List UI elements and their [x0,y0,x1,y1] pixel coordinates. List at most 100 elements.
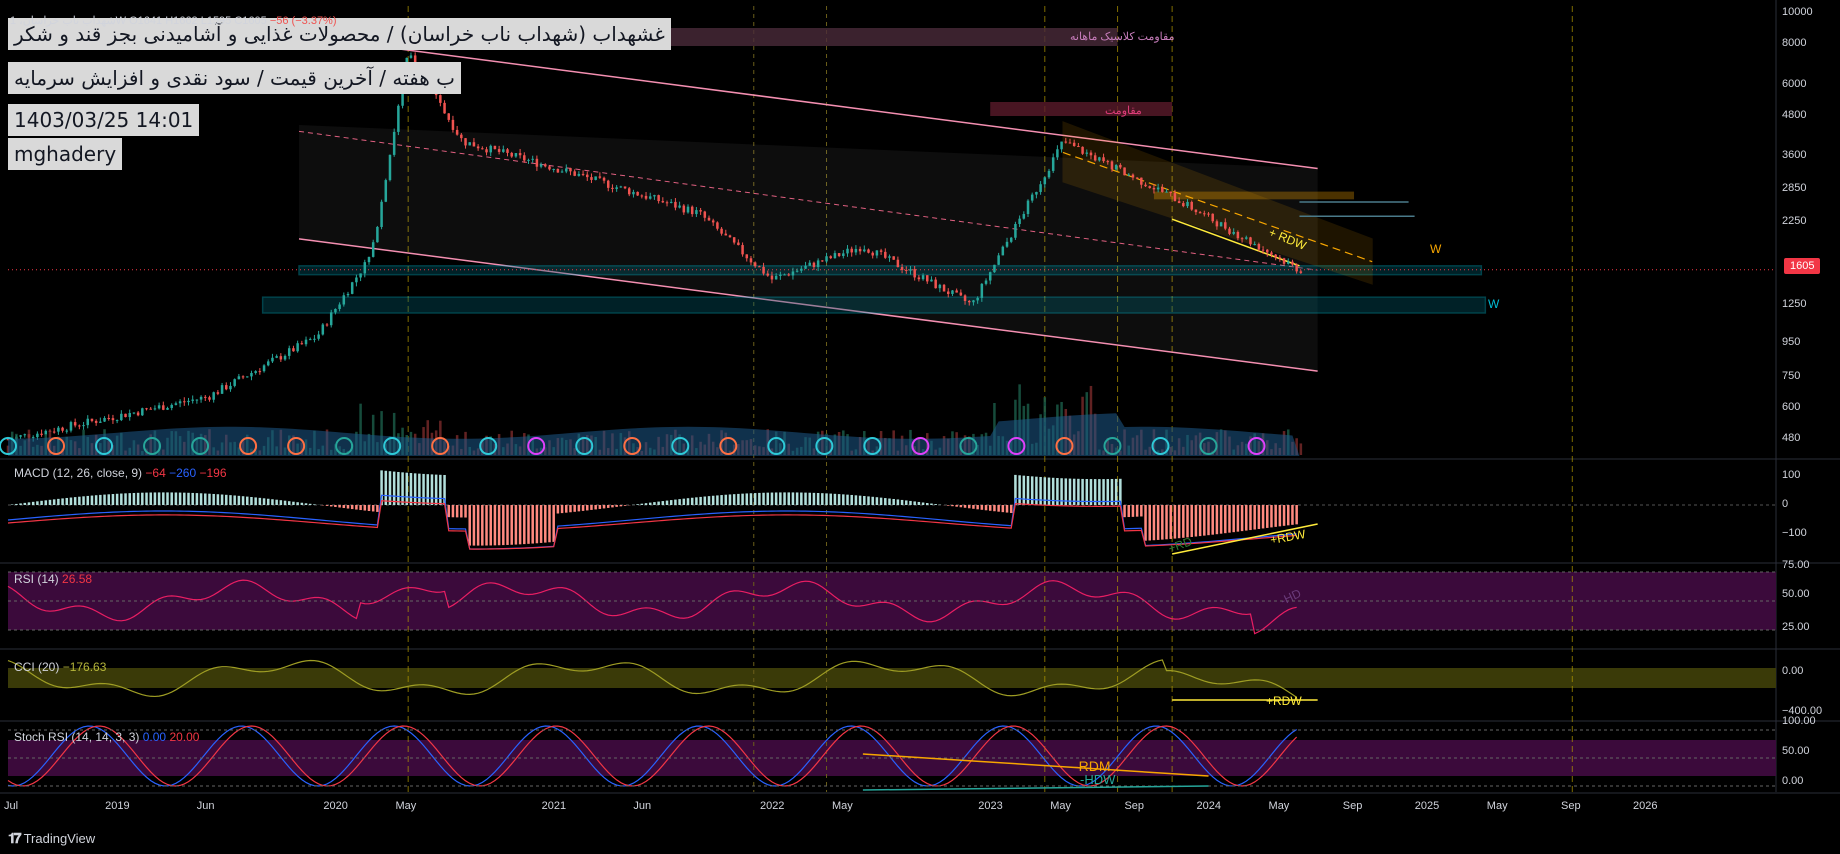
time-axis-label: Jun [196,800,215,812]
macd-histogram-bar [212,493,215,505]
macd-histogram-bar [220,494,224,505]
macd-histogram-bar [1207,505,1210,536]
price-candle [707,217,711,221]
price-candle [120,413,123,421]
macd-histogram-bar [250,497,253,505]
time-axis-label: May [1050,800,1072,812]
price-candle [879,250,883,252]
macd-histogram-bar [338,505,341,508]
macd-histogram-bar [879,497,883,505]
price-candle [573,171,576,176]
price-candle [602,177,606,181]
price-candle [988,272,992,281]
macd-histogram-bar [115,493,119,505]
macd-histogram-bar [145,492,148,505]
macd-histogram-bar [988,505,992,511]
chart-canvas[interactable] [0,0,1840,854]
price-candle [678,205,681,208]
macd-histogram-bar [644,503,648,505]
macd-histogram-bar [615,505,618,507]
macd-histogram-bar [586,505,589,511]
price-candle [338,304,341,309]
price-candle [1257,244,1261,250]
price-candle [1245,237,1248,239]
price-axis-label: 3600 [1782,149,1807,162]
price-candle [229,385,232,390]
macd-histogram-bar [1005,505,1009,513]
price-candle [653,195,656,197]
macd-histogram-bar [737,493,740,505]
macd-histogram-bar [598,505,602,509]
macd-histogram-bar [82,496,85,505]
price-candle [875,250,879,256]
price-candle [791,271,795,276]
macd-histogram-bar [669,500,673,505]
macd-histogram-bar [233,495,236,505]
price-candle [376,226,379,243]
price-candle [1047,170,1051,178]
macd-histogram-bar [292,501,295,505]
macd-histogram-bar [481,505,484,546]
price-candle [292,348,295,352]
macd-histogram-bar [271,499,274,505]
price-candle [141,408,144,416]
price-candle [170,404,173,408]
price-candle [241,376,245,378]
macd-histogram-bar [1232,505,1235,533]
macd-histogram-bar [149,492,152,505]
macd-histogram-bar [749,493,753,505]
macd-histogram-bar [619,505,623,507]
price-candle [842,253,845,257]
macd-histogram-bar [1245,505,1248,531]
macd-histogram-bar [930,503,933,505]
indicator-axis-label: 0.00 [1782,775,1804,787]
macd-histogram-bar [439,474,442,505]
price-candle [166,407,169,410]
ohlc-low: L1595 [200,15,232,27]
macd-histogram-bar [808,492,811,505]
macd-histogram-bar [447,505,451,518]
macd-histogram-bar [1127,505,1131,518]
price-candle [367,256,371,263]
price-axis-label: 750 [1782,369,1801,382]
price-candle [510,152,513,157]
annotation-resistance: مقاومت [1105,105,1142,117]
time-axis-label: Jun [633,800,652,812]
price-candle [531,158,534,160]
price-candle [409,55,413,58]
macd-histogram-bar [900,499,904,505]
price-candle [921,275,925,280]
price-candle [598,176,602,178]
macd-label: MACD (12, 26, close, 9) −64 −260 −196 [14,466,227,480]
macd-histogram-bar [581,505,585,511]
price-candle [468,142,471,146]
macd-histogram-bar [892,498,895,505]
price-candle [1282,258,1286,264]
macd-histogram-bar [665,500,669,505]
macd-histogram-bar [241,496,245,505]
price-candle [984,280,988,284]
price-candle [1077,146,1080,148]
price-candle [858,248,862,252]
macd-histogram-bar [1148,505,1151,541]
price-axis-label: 600 [1782,400,1801,413]
macd-histogram-bar [1009,505,1013,513]
macd-histogram-bar [342,505,346,509]
price-candle [1224,222,1227,229]
price-candle [787,274,791,276]
macd-histogram-bar [493,505,497,546]
macd-histogram-bar [560,505,564,514]
macd-histogram-bar [57,498,60,505]
macd-histogram-bar [724,494,728,505]
macd-histogram-bar [246,496,249,505]
macd-histogram-bar [1211,505,1214,535]
macd-histogram-bar [275,499,278,505]
price-candle [644,195,648,199]
macd-histogram-bar [544,505,547,543]
stoch-value-1: 0.00 [142,730,167,744]
macd-histogram-bar [61,498,64,505]
price-candle [489,145,492,153]
macd-histogram-bar [434,474,438,505]
price-candle [648,196,652,199]
price-candle [1295,264,1298,272]
